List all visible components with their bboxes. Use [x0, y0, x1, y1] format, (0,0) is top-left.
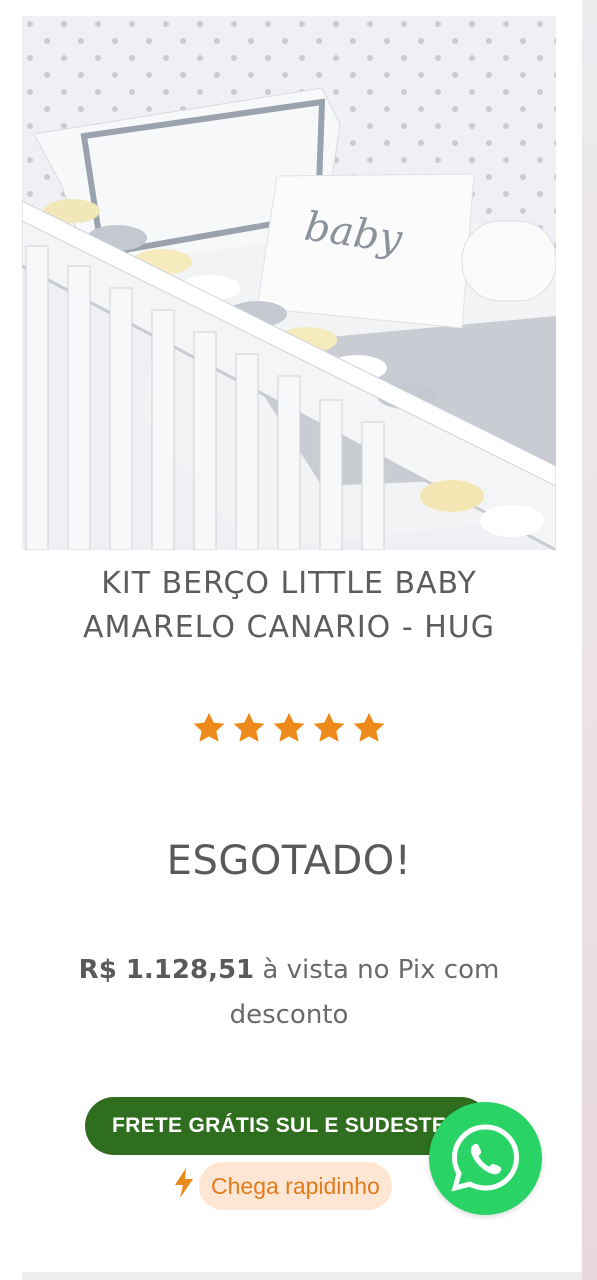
pix-price: R$ 1.128,51 — [78, 955, 255, 985]
sold-out-status: ESGOTADO! — [166, 838, 412, 884]
top-border — [0, 0, 582, 8]
next-card-edge — [22, 1272, 582, 1280]
star-icon — [353, 712, 385, 742]
product-title[interactable]: KIT BERÇO LITTLE BABY AMARELO CANARIO - … — [22, 562, 556, 650]
fast-delivery-label: Chega rapidinho — [199, 1162, 392, 1210]
whatsapp-chat-button[interactable] — [429, 1102, 542, 1215]
rating-stars — [0, 710, 578, 750]
product-image[interactable]: baby — [22, 16, 556, 550]
star-icon — [273, 712, 305, 742]
whatsapp-icon — [451, 1124, 520, 1192]
lightning-bolt-icon — [175, 1168, 193, 1198]
product-title-line-2: AMARELO CANARIO - HUG — [83, 610, 495, 645]
star-icon — [313, 712, 345, 742]
page-edge — [582, 0, 597, 1280]
star-icon — [193, 712, 225, 742]
pix-price-info: R$ 1.128,51 à vista no Pix com desconto — [50, 948, 528, 1038]
pix-description: à vista no Pix com desconto — [229, 955, 500, 1030]
product-title-line-1: KIT BERÇO LITTLE BABY — [101, 566, 477, 601]
star-icon — [233, 712, 265, 742]
